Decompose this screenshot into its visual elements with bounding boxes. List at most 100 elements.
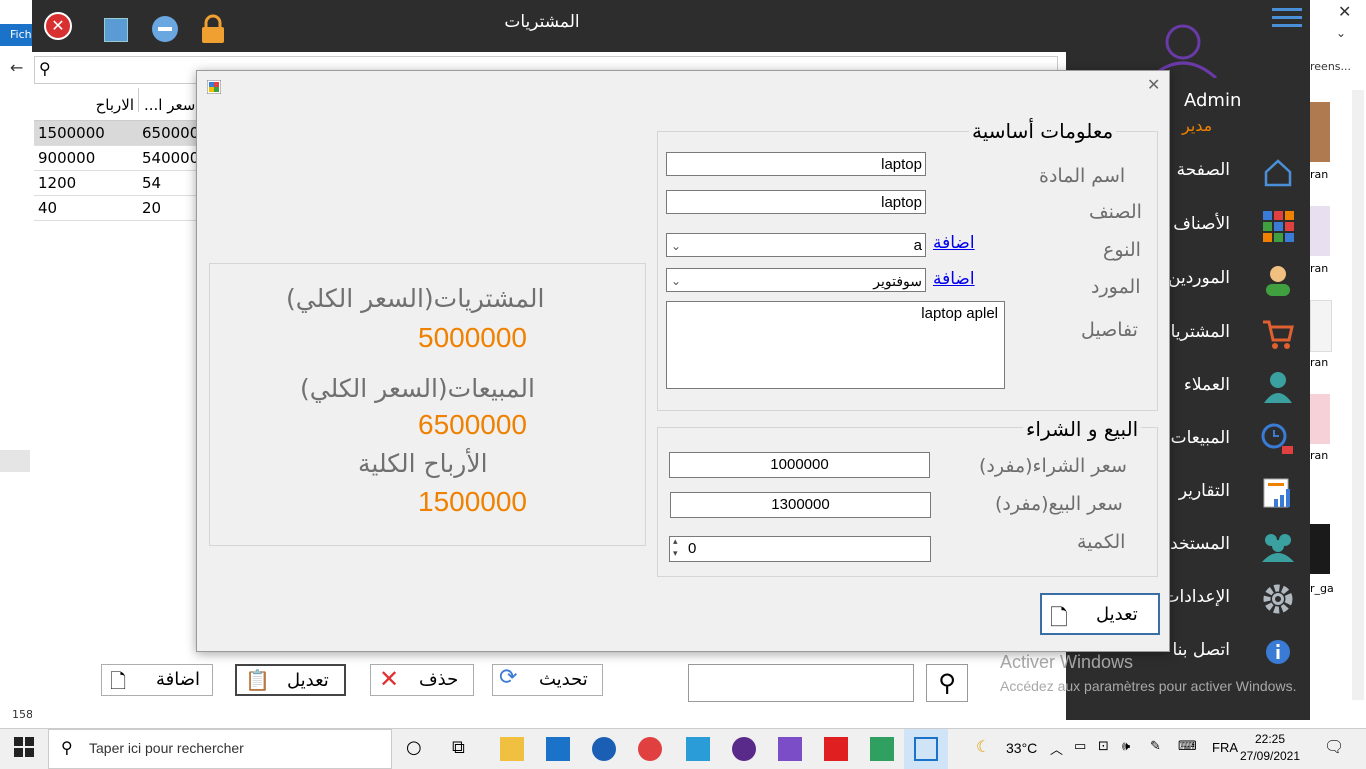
weather-temp[interactable]: 33°C [1006,740,1037,756]
gear-icon [1260,581,1296,617]
chevron-down-icon: ⌄ [671,239,682,253]
maximize-icon[interactable] [104,18,128,42]
submit-edit-label: تعديل [1096,604,1138,625]
keyboard-icon[interactable]: ⌨ [1178,739,1197,754]
supplier-select-value: سوفتوير [873,273,922,289]
submit-edit-button[interactable]: 🗋 تعديل [1040,593,1160,635]
search-input[interactable] [688,664,914,702]
dialog-close-icon[interactable]: ✕ [1147,75,1160,94]
refresh-button[interactable]: ⟳ تحديث [492,664,603,696]
header-price[interactable]: سعر ا... [144,96,195,114]
header-divider [138,88,139,112]
thumbnail-5[interactable] [1310,524,1330,574]
chevron-down-icon: ⌄ [671,274,682,288]
edit-document-icon: 🗋 [1050,606,1068,631]
type-select[interactable]: ⌄ a [666,233,926,257]
thumbnail-4[interactable] [1310,394,1330,444]
thumbnail-3[interactable] [1310,300,1332,352]
thumbnail-label-2: ran [1310,262,1329,275]
visual-studio-icon[interactable] [778,737,802,761]
sell-price-field[interactable]: 1300000 [670,492,931,518]
eclipse-icon[interactable] [732,737,756,761]
buy-price-field[interactable]: 1000000 [669,452,930,478]
cell-profit: 1200 [38,174,77,192]
delete-x-icon: ✕ [379,665,400,693]
quantity-label: الكمية [1077,531,1126,553]
thumbnail-label-4: ran [1310,449,1329,462]
sidebar-item-label: الصفحة [1176,160,1230,180]
teamviewer-icon[interactable] [592,737,616,761]
taskbar-search-box[interactable]: ⚲ Taper ici pour rechercher [48,729,392,769]
cell-price: 54 [142,174,162,192]
category-field[interactable]: laptop [666,190,926,214]
add-type-link[interactable]: اضافة [933,233,975,253]
header-profit[interactable]: الارباح [38,96,134,114]
background-explorer-right: ✕ ⌄ reens... ran ran ran ran r_ga [1310,0,1366,728]
thumbnail-label-1: ran [1310,168,1329,181]
close-app-icon[interactable]: ✕ [44,12,72,40]
admin-role: مدير [1182,116,1213,135]
add-document-icon: 🗋 [110,669,127,693]
delete-button[interactable]: ✕ حذف [370,664,474,696]
network-icon[interactable]: ⊡ [1098,739,1109,754]
snip-tool-icon[interactable] [870,737,894,761]
sidebar-item-label: التقارير [1178,481,1230,501]
task-view-icon[interactable]: ⧉ [452,737,476,761]
add-button[interactable]: 🗋 اضافة [101,664,213,696]
cart-icon [1260,316,1296,352]
store-icon[interactable] [686,737,710,761]
trade-group-title: البيع و الشراء [1023,417,1142,441]
thumbnail-label-5: r_ga [1310,582,1334,595]
clock-cart-icon [1260,422,1296,458]
battery-icon[interactable]: ▭ [1074,739,1086,754]
close-icon[interactable]: ✕ [1338,2,1351,21]
explorer-file-tab[interactable]: Fich [0,24,32,46]
item-name-field[interactable]: laptop [666,152,926,176]
explorer-scrollbar[interactable] [1352,90,1364,700]
minimize-icon[interactable] [152,16,178,42]
search-button[interactable]: ⚲ [926,664,968,702]
stepper-arrows-icon[interactable]: ▴ ▾ [673,535,678,559]
cell-profit: 900000 [38,149,96,167]
details-textarea[interactable]: laptop aplel [666,301,1005,389]
youtube-icon[interactable] [824,737,848,761]
clock-date[interactable]: 27/09/2021 [1238,749,1302,763]
search-icon[interactable]: ⚲ [39,59,51,78]
edit-button[interactable]: 📋 تعديل [235,664,346,696]
details-label: تفاصيل [1081,319,1138,341]
chevron-down-icon[interactable]: ⌄ [1336,26,1346,40]
weather-moon-icon[interactable]: ☾ [976,737,990,756]
profit-total-value: 1500000 [418,486,528,517]
language-indicator[interactable]: FRA [1212,740,1238,755]
background-explorer-left: Fich ← 158 [0,0,33,728]
type-label: النوع [1103,239,1141,261]
sidebar-item-label: المبيعات [1170,428,1230,448]
person-icon [1260,369,1296,405]
add-supplier-link[interactable]: اضافة [933,269,975,289]
lock-icon[interactable] [200,14,226,44]
volume-icon[interactable]: 🕪 [1122,739,1130,754]
report-chart-icon [1260,475,1296,511]
chrome-icon[interactable] [638,737,662,761]
quantity-stepper[interactable]: ▴ ▾ 0 [669,536,931,562]
back-arrow-icon[interactable]: ← [10,58,23,77]
notifications-icon[interactable]: 🗨 [1324,737,1344,756]
cortana-icon[interactable]: ○ [406,737,430,761]
hamburger-menu-icon[interactable] [1272,6,1304,34]
user-icon [1260,262,1296,298]
magnifier-icon: ⚲ [938,669,956,697]
mail-icon[interactable] [546,737,570,761]
purchases-total-value: 5000000 [418,322,528,353]
thumbnail-2[interactable] [1310,206,1330,256]
sidebar-item-label: الأصناف [1173,214,1230,234]
file-explorer-icon[interactable] [500,737,524,761]
pen-icon[interactable]: ✎ [1150,739,1161,754]
supplier-select[interactable]: ⌄ سوفتوير [666,268,926,292]
clock-time[interactable]: 22:25 [1244,732,1296,746]
windows-start-icon[interactable] [14,737,38,761]
active-app-taskbar-button[interactable] [904,729,948,769]
explorer-selection [0,450,30,472]
chevron-up-icon[interactable]: ︿ [1050,739,1063,758]
type-select-value: a [913,237,922,254]
thumbnail-1[interactable] [1310,102,1330,162]
